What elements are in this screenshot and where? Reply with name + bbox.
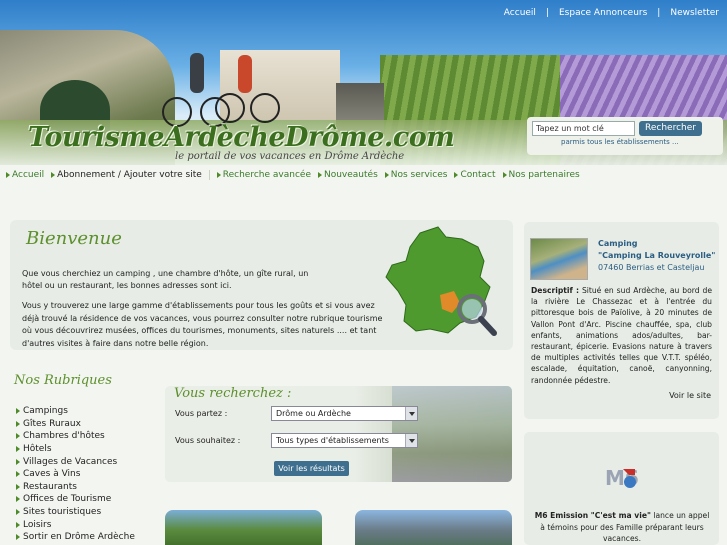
camping-name[interactable]: "Camping La Rouveyrolle" [598,251,715,260]
rubrique-item-caves[interactable]: Caves à Vins [16,468,135,481]
arrow-right-icon [16,534,20,541]
nav-item-abonnement[interactable]: Abonnement / Ajouter votre site [51,170,202,180]
rubrique-item-gites[interactable]: Gîtes Ruraux [16,418,135,431]
top-link-espace-annonceurs[interactable]: Espace Annonceurs [559,8,647,18]
chevron-down-icon [405,434,417,447]
header-banner: Accueil | Espace Annonceurs | Newsletter… [0,0,727,165]
welcome-title: Bienvenue [26,228,122,249]
featured-camping-card: Camping "Camping La Rouveyrolle" 07460 B… [524,222,719,419]
arrow-right-icon [6,172,10,178]
arrow-right-icon [16,471,20,478]
search-button[interactable]: Rechercher [639,121,702,136]
rubrique-item-hotels[interactable]: Hôtels [16,443,135,456]
show-results-button[interactable]: Voir les résultats [274,461,349,476]
top-links: Accueil | Espace Annonceurs | Newsletter [503,8,719,18]
arrow-right-icon [16,509,20,516]
promo-thumbnail-2[interactable] [355,510,512,545]
rubrique-item-sites[interactable]: Sites touristiques [16,506,135,519]
camping-type: Camping [598,239,638,248]
site-tagline: le portail de vos vacances en Drôme Ardè… [175,151,405,162]
france-map-icon[interactable] [380,225,500,340]
main-nav: Accueil Abonnement / Ajouter votre site … [6,170,580,180]
type-label: Vous souhaitez : [175,436,241,445]
arrow-right-icon [16,420,20,427]
nav-item-nos-services[interactable]: Nos services [384,170,447,180]
rubrique-item-restaurants[interactable]: Restaurants [16,481,135,494]
site-logo[interactable]: TourismeArdècheDrôme.com [28,122,455,153]
m6-announcement-card: M6 M6 Emission "C'est ma vie" lance un a… [524,432,719,545]
search-form-title: Vous recherchez : [174,386,292,401]
welcome-body-text: Vous y trouverez une large gamme d'établ… [22,301,383,348]
rubrique-item-sortir[interactable]: Sortir en Drôme Ardèche [16,531,135,544]
top-link-newsletter[interactable]: Newsletter [670,8,719,18]
camping-location: 07460 Berrias et Casteljau [598,263,705,272]
destination-select[interactable]: Drôme ou Ardèche [271,406,418,421]
welcome-panel: Bienvenue Que vous cherchiez un camping … [10,220,513,350]
rubriques-title: Nos Rubriques [14,373,112,388]
nav-item-accueil[interactable]: Accueil [6,170,44,180]
arrow-right-icon [51,172,56,178]
arrow-right-icon [502,172,507,178]
rubrique-item-loisirs[interactable]: Loisirs [16,518,135,531]
rubrique-item-chambres[interactable]: Chambres d'hôtes [16,430,135,443]
arrow-right-icon [16,408,20,415]
search-scope-label: parmis tous les établissements ... [561,138,679,146]
arrow-right-icon [317,172,322,178]
search-input[interactable] [532,121,635,136]
arrow-right-icon [16,446,20,453]
top-link-accueil[interactable]: Accueil [504,8,536,18]
camping-photo[interactable] [530,238,588,280]
arrow-right-icon [16,433,20,440]
nav-item-nouveautes[interactable]: Nouveautés [317,170,378,180]
arrow-right-icon [16,521,20,528]
nav-item-recherche-avancee[interactable]: Recherche avancée [216,170,311,180]
rubriques-list: Campings Gîtes Ruraux Chambres d'hôtes H… [16,405,135,544]
visit-site-link[interactable]: Voir le site [669,391,711,400]
rubrique-item-campings[interactable]: Campings [16,405,135,418]
rubrique-item-villages[interactable]: Villages de Vacances [16,455,135,468]
camping-description: Descriptif : Situé en sud Ardèche, au bo… [531,286,712,385]
welcome-intro-text: Que vous cherchiez un camping , une cham… [22,269,309,290]
cyclists-image [160,45,280,130]
nav-item-contact[interactable]: Contact [454,170,496,180]
promo-thumbnail-1[interactable] [165,510,322,545]
arrow-right-icon [384,172,389,178]
arrow-right-icon [16,483,20,490]
type-select[interactable]: Tous types d'établissements [271,433,418,448]
m6-announcement-text: M6 Emission "C'est ma vie" lance un appe… [534,511,710,543]
chevron-down-icon [405,407,417,420]
nav-item-partenaires[interactable]: Nos partenaires [502,170,580,180]
destination-label: Vous partez : [175,409,228,418]
arrow-right-icon [454,172,459,178]
arrow-right-icon [16,458,20,465]
arrow-right-icon [216,172,221,178]
m6-logo-icon[interactable]: M6 [604,463,638,491]
rubrique-item-offices[interactable]: Offices de Tourisme [16,493,135,506]
arrow-right-icon [16,496,20,503]
search-box: Rechercher parmis tous les établissement… [527,117,723,155]
search-form-panel: Vous recherchez : Vous partez : Drôme ou… [165,386,512,482]
